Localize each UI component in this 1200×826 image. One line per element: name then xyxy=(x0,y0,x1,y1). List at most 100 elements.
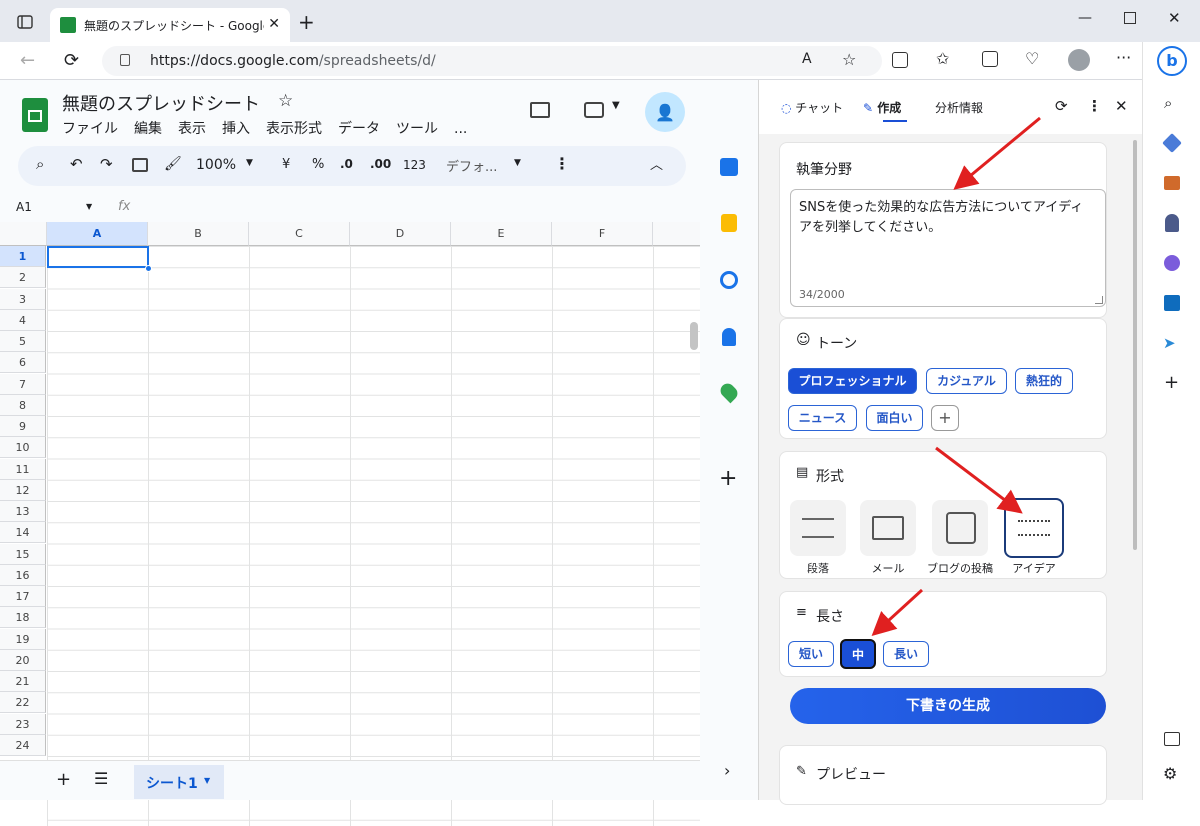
games-icon[interactable] xyxy=(1165,214,1179,232)
row-header[interactable]: 2 xyxy=(0,267,46,289)
column-header-c[interactable]: C xyxy=(249,222,350,246)
get-addons-icon[interactable]: + xyxy=(719,466,737,491)
tab-insights[interactable]: 分析情報 xyxy=(935,99,983,116)
comments-icon[interactable] xyxy=(530,102,550,118)
menu-insert[interactable]: 挿入 xyxy=(222,121,250,137)
row-header[interactable]: 18 xyxy=(0,607,46,629)
redo-icon[interactable]: ↷ xyxy=(100,155,113,173)
row-header[interactable]: 4 xyxy=(0,309,46,331)
meet-icon[interactable] xyxy=(584,102,604,118)
paint-format-icon[interactable]: 🖌 xyxy=(164,156,182,172)
calendar-icon[interactable] xyxy=(720,158,738,176)
tone-professional[interactable]: プロフェッショナル xyxy=(788,368,917,394)
tab-chat[interactable]: ◌ チャット xyxy=(781,99,843,116)
more-tools-icon[interactable]: ⋮ xyxy=(554,154,570,173)
row-header[interactable]: 23 xyxy=(0,713,46,735)
doc-title[interactable]: 無題のスプレッドシート xyxy=(62,90,260,116)
row-header[interactable]: 19 xyxy=(0,628,46,650)
selected-cell-a1[interactable] xyxy=(47,246,149,268)
spreadsheet-grid[interactable]: A B C D E F 1 2 3 4 5 6 7 8 9 10 11 12 13 14 15 16 17 18 1… xyxy=(0,222,700,826)
column-header-a[interactable]: A xyxy=(47,222,148,246)
number-format-button[interactable]: 123 xyxy=(403,158,426,172)
row-header[interactable]: 3 xyxy=(0,288,46,310)
outlook-icon[interactable] xyxy=(1164,295,1180,311)
font-select[interactable]: デフォ... xyxy=(446,156,497,175)
zoom-select[interactable]: 100% xyxy=(196,157,236,173)
row-header[interactable]: 10 xyxy=(0,437,46,459)
row-header[interactable]: 12 xyxy=(0,479,46,501)
send-icon[interactable]: ➤ xyxy=(1163,334,1176,352)
row-header[interactable]: 7 xyxy=(0,373,46,395)
row-header[interactable]: 8 xyxy=(0,394,46,416)
column-header-g[interactable] xyxy=(653,222,700,246)
tab-compose[interactable]: ✎ 作成 xyxy=(863,99,901,116)
collections-icon[interactable] xyxy=(982,51,998,67)
show-side-panel-icon[interactable]: › xyxy=(724,761,730,780)
add-sheet-icon[interactable]: + xyxy=(56,769,71,790)
maximize-icon[interactable] xyxy=(1124,12,1136,24)
sheet-tab-dropdown-icon[interactable]: ▼ xyxy=(204,776,210,785)
microsoft365-icon[interactable] xyxy=(1164,255,1180,271)
length-long[interactable]: 長い xyxy=(883,641,929,667)
tab-actions-icon[interactable] xyxy=(14,12,36,32)
tone-funny[interactable]: 面白い xyxy=(866,405,923,431)
row-header[interactable]: 21 xyxy=(0,671,46,692)
format-ideas-button[interactable] xyxy=(1004,498,1064,558)
menu-file[interactable]: ファイル xyxy=(62,121,118,137)
row-header[interactable]: 14 xyxy=(0,522,46,544)
star-icon[interactable]: ☆ xyxy=(278,91,293,111)
menu-edit[interactable]: 編集 xyxy=(134,121,162,137)
row-header[interactable]: 24 xyxy=(0,734,46,756)
row-header[interactable]: 11 xyxy=(0,458,46,480)
menu-format[interactable]: 表示形式 xyxy=(266,121,322,137)
length-short[interactable]: 短い xyxy=(788,641,834,667)
row-header[interactable]: 16 xyxy=(0,564,46,586)
formula-bar[interactable] xyxy=(140,194,700,218)
back-icon[interactable]: ← xyxy=(20,50,35,71)
share-button[interactable]: 👤 xyxy=(645,92,685,132)
undo-icon[interactable]: ↶ xyxy=(70,155,83,173)
shopping-icon[interactable] xyxy=(1162,133,1182,153)
vertical-scrollbar[interactable] xyxy=(690,322,698,350)
decrease-decimal-button[interactable]: .0 xyxy=(340,157,353,171)
resize-handle-icon[interactable] xyxy=(1095,296,1103,304)
column-header-d[interactable]: D xyxy=(350,222,451,246)
percent-button[interactable]: % xyxy=(312,157,324,172)
row-header[interactable]: 9 xyxy=(0,416,46,437)
read-aloud-icon[interactable]: A xyxy=(802,51,812,67)
row-header[interactable]: 15 xyxy=(0,543,46,565)
add-tone-button[interactable]: + xyxy=(931,405,959,431)
refresh-pane-icon[interactable]: ⟳ xyxy=(1055,97,1068,115)
hide-sidebar-icon[interactable] xyxy=(1164,732,1180,746)
currency-button[interactable]: ¥ xyxy=(282,157,290,172)
browser-tab[interactable]: 無題のスプレッドシート - Google スプ ✕ xyxy=(50,8,290,42)
pane-more-icon[interactable]: ⋮ xyxy=(1087,97,1102,115)
print-icon[interactable] xyxy=(132,158,148,172)
length-medium[interactable]: 中 xyxy=(840,639,876,669)
new-tab-icon[interactable]: + xyxy=(298,10,315,34)
name-box[interactable]: A1 xyxy=(16,200,32,214)
favorites-icon[interactable]: ✩ xyxy=(936,49,949,68)
format-email-button[interactable] xyxy=(860,500,916,556)
split-screen-icon[interactable] xyxy=(892,52,908,68)
maps-icon[interactable] xyxy=(717,380,741,404)
menu-view[interactable]: 表示 xyxy=(178,121,206,137)
search-menus-icon[interactable]: ⌕ xyxy=(36,155,44,173)
tone-news[interactable]: ニュース xyxy=(788,405,857,431)
row-header[interactable]: 20 xyxy=(0,649,46,671)
close-tab-icon[interactable]: ✕ xyxy=(268,16,280,32)
close-pane-icon[interactable]: ✕ xyxy=(1115,97,1128,115)
format-paragraph-button[interactable] xyxy=(790,500,846,556)
all-sheets-icon[interactable]: ☰ xyxy=(94,769,108,788)
tools-icon[interactable] xyxy=(1164,176,1180,190)
sheets-logo-icon[interactable] xyxy=(22,98,48,132)
name-box-dropdown-icon[interactable]: ▼ xyxy=(86,202,92,211)
corner-select-all[interactable] xyxy=(0,222,47,246)
column-header-b[interactable]: B xyxy=(148,222,249,246)
row-header[interactable]: 13 xyxy=(0,501,46,522)
add-sidebar-app-icon[interactable]: + xyxy=(1164,372,1179,393)
font-dropdown-icon[interactable]: ▼ xyxy=(514,158,521,168)
pane-scrollbar[interactable] xyxy=(1133,140,1137,550)
zoom-dropdown-icon[interactable]: ▼ xyxy=(246,158,253,168)
row-header[interactable]: 22 xyxy=(0,692,46,714)
